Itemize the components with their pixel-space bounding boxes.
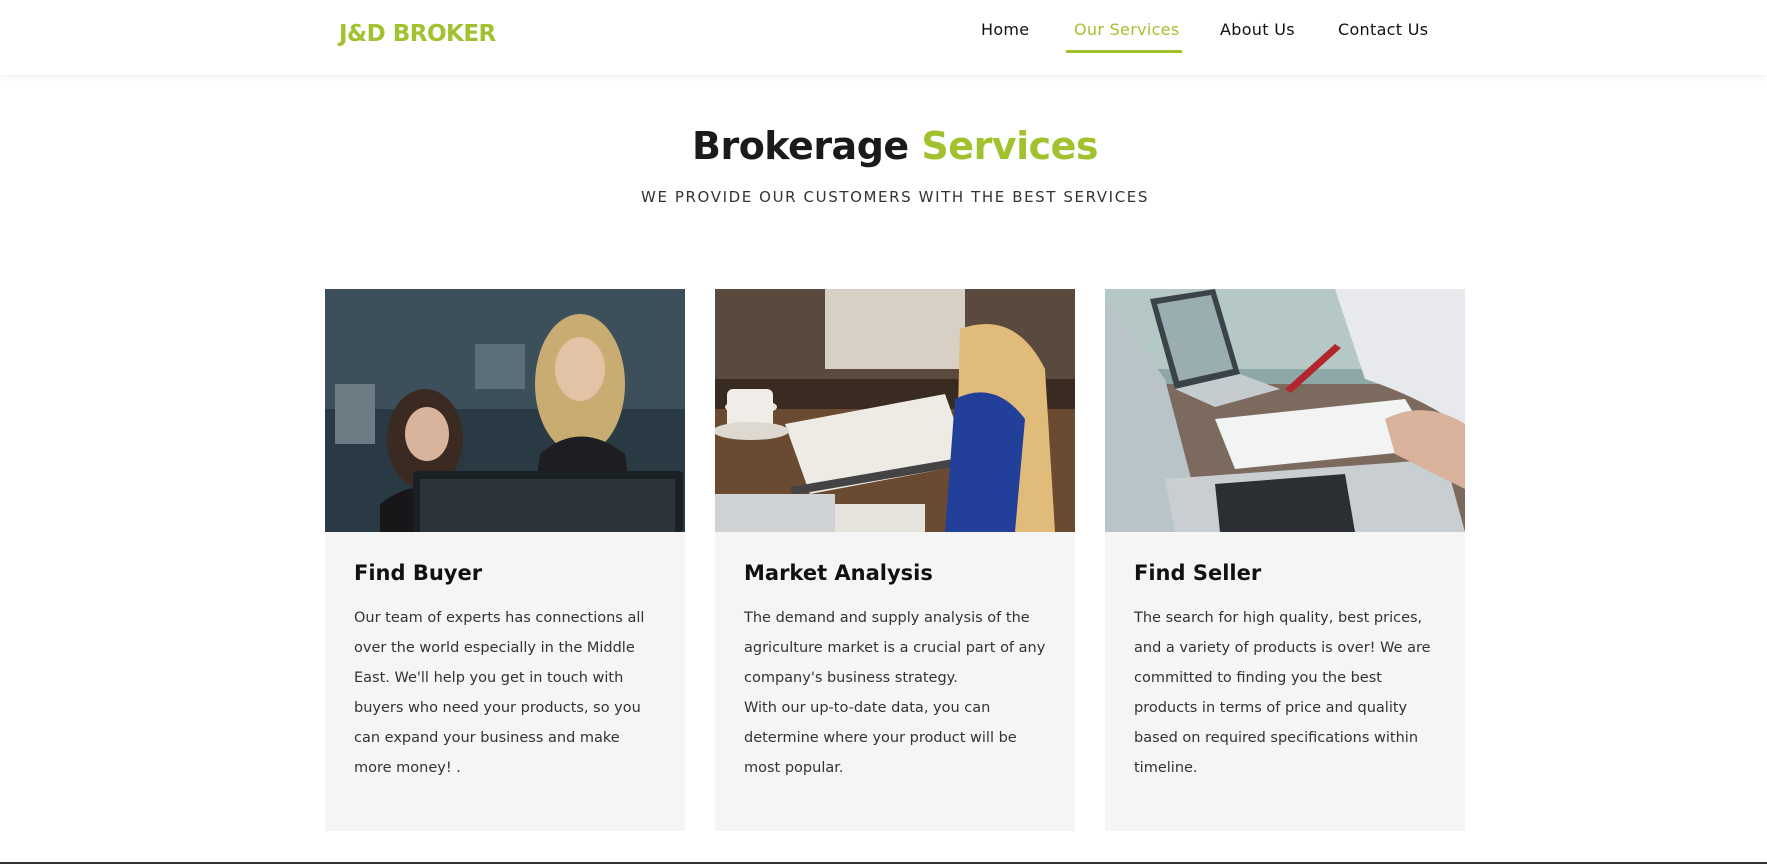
card-image-find-seller [1105,289,1465,532]
card-text: The search for high quality, best prices… [1134,610,1431,776]
card-text: The demand and supply analysis of the ag… [744,610,1046,776]
card-title: Find Buyer [354,561,483,585]
section-title-main: Brokerage [691,124,909,168]
section-title: Brokerage Services [0,124,1767,168]
nav-about-us[interactable]: About Us [1220,20,1295,39]
service-card-find-buyer: Find Buyer Our team of experts has conne… [325,289,685,831]
nav-our-services[interactable]: Our Services [1074,20,1179,39]
nav-contact-us[interactable]: Contact Us [1338,20,1428,39]
card-image-find-buyer [325,289,685,532]
section-title-accent: Services [921,124,1099,168]
service-card-market-analysis: Market Analysis The demand and supply an… [715,289,1075,831]
site-logo[interactable]: J&D BROKER [339,21,496,47]
card-image-market-analysis [715,289,1075,532]
card-title: Find Seller [1134,561,1262,585]
section-subtitle: WE PROVIDE OUR CUSTOMERS WITH THE BEST S… [641,188,1149,206]
site-header: J&D BROKER Home Our Services About Us Co… [0,0,1767,75]
nav-home[interactable]: Home [981,20,1029,39]
card-text: Our team of experts has connections all … [354,610,645,776]
nav-active-underline [1066,50,1182,53]
service-card-find-seller: Find Seller The search for high quality,… [1105,289,1465,831]
card-title: Market Analysis [744,561,933,585]
